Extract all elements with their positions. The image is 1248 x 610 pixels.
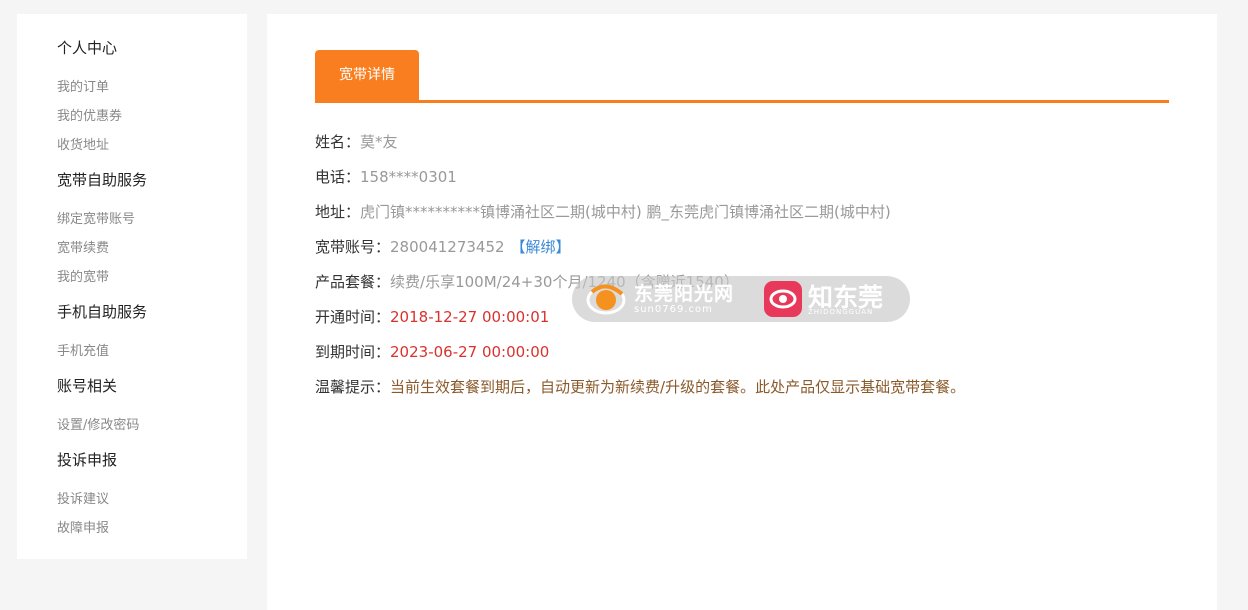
sun-logo-icon [586,284,626,315]
sidebar-item-renew[interactable]: 宽带续费 [57,237,109,256]
watermark-site2-sub: ZHIDONGGUAN [808,308,874,316]
field-tip-value: 当前生效套餐到期后，自动更新为新续费/升级的套餐。此处产品仅显示基础宽带套餐。 [390,378,966,396]
field-package-label: 产品套餐： [315,273,391,291]
sidebar-group-account: 账号相关 [57,377,118,395]
field-phone: 电话：158****0301 [315,167,457,187]
eye-logo-icon [764,281,802,317]
sidebar-item-orders[interactable]: 我的订单 [57,76,109,95]
watermark-site1-name: 东莞阳光网 [634,283,735,305]
sidebar-item-suggestion[interactable]: 投诉建议 [57,488,109,507]
field-address: 地址：虎门镇**********镇博涌社区二期(城中村) 鹏_东莞虎门镇博涌社区… [315,202,891,222]
field-start-time-label: 开通时间： [315,308,391,326]
sidebar-group-personal: 个人中心 [57,39,118,57]
unbind-link[interactable]: 【解绑】 [511,238,571,256]
field-name-value: 莫*友 [360,133,398,151]
tab-broadband-detail[interactable]: 宽带详情 [315,50,419,102]
field-account: 宽带账号：280041273452 【解绑】 [315,237,571,257]
field-address-label: 地址： [315,203,361,221]
field-start-time-value: 2018-12-27 00:00:01 [390,308,550,326]
sidebar-item-recharge[interactable]: 手机充值 [57,340,109,359]
sidebar-item-my-broadband[interactable]: 我的宽带 [57,266,109,285]
sidebar-item-fault[interactable]: 故障申报 [57,517,109,536]
sidebar-item-bind-account[interactable]: 绑定宽带账号 [57,208,135,227]
field-phone-value: 158****0301 [360,168,457,186]
tab-underline [315,100,1169,103]
sidebar-item-address[interactable]: 收货地址 [57,134,109,153]
field-account-label: 宽带账号： [315,238,391,256]
field-tip: 温馨提示：当前生效套餐到期后，自动更新为新续费/升级的套餐。此处产品仅显示基础宽… [315,377,965,397]
watermark: 东莞阳光网 sun0769.com 知东莞 ZHIDONGGUAN [572,276,910,322]
sidebar-item-password[interactable]: 设置/修改密码 [57,414,139,433]
field-name-label: 姓名： [315,133,361,151]
watermark-site1-url: sun0769.com [634,304,713,315]
sidebar: 个人中心 我的订单 我的优惠券 收货地址 宽带自助服务 绑定宽带账号 宽带续费 … [17,14,247,559]
sidebar-group-broadband: 宽带自助服务 [57,171,148,189]
field-tip-label: 温馨提示： [315,378,391,396]
field-name: 姓名：莫*友 [315,132,398,152]
field-expire-time: 到期时间：2023-06-27 00:00:00 [315,342,549,362]
field-phone-label: 电话： [315,168,361,186]
field-address-value: 虎门镇**********镇博涌社区二期(城中村) 鹏_东莞虎门镇博涌社区二期(… [360,203,891,221]
sidebar-item-coupons[interactable]: 我的优惠券 [57,105,122,124]
field-account-value: 280041273452 [390,238,505,256]
field-start-time: 开通时间：2018-12-27 00:00:01 [315,307,549,327]
field-expire-time-label: 到期时间： [315,343,391,361]
sidebar-group-complaint: 投诉申报 [57,451,118,469]
sidebar-group-mobile: 手机自助服务 [57,303,148,321]
field-expire-time-value: 2023-06-27 00:00:00 [390,343,550,361]
